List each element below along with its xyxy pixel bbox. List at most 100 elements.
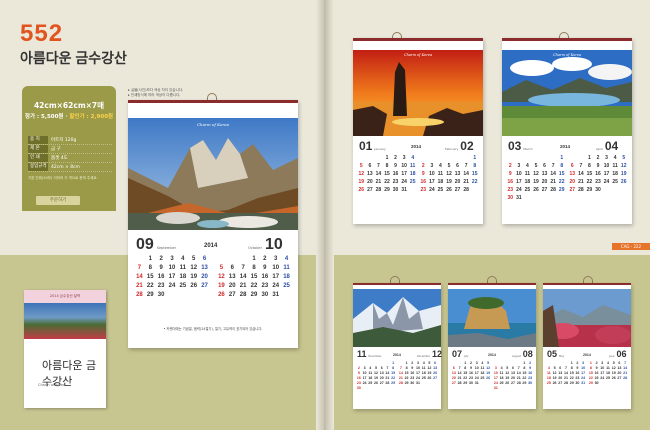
- calendar-day: 30: [528, 381, 533, 385]
- calendar-day: 13: [541, 171, 548, 177]
- calendar-day: 17: [429, 179, 435, 185]
- price-sale: 할인가 : 2,900원: [69, 114, 114, 120]
- month-right-name: April: [596, 147, 603, 151]
- calendar-day: 25: [179, 283, 187, 289]
- calendar-day: [549, 155, 558, 161]
- calendar-day: 28: [239, 292, 247, 298]
- calendar-day: 21: [136, 283, 143, 289]
- calendar-top-bar: [353, 38, 483, 41]
- calendar-day: 3: [170, 256, 174, 262]
- calendar-day: 10: [272, 265, 280, 271]
- calendar-day: 28: [463, 187, 469, 193]
- calendar-day: 9: [596, 163, 600, 169]
- calendar-day: 20: [541, 179, 548, 185]
- calendar-day: 21: [375, 179, 382, 185]
- month-right-name: February: [445, 147, 459, 151]
- calendar-day: 2: [394, 155, 397, 161]
- spec-value: 42cm × 8cm: [51, 164, 80, 170]
- calendar-day: 8: [385, 163, 389, 169]
- calendar-day: 11: [612, 163, 618, 169]
- month-right-header: April 04: [596, 139, 618, 153]
- month-left-header: 07 July: [452, 349, 469, 359]
- calendar-day: [506, 155, 515, 161]
- calendar-day: 20: [433, 371, 438, 375]
- calendar-day: 10: [603, 163, 610, 169]
- spec-value: 아트지 120g: [51, 138, 77, 143]
- calendar-footer: • 카렌더에는 기념일, 음력(24절기), 절기, 고유력이 표기되어 있습니…: [163, 327, 263, 331]
- spec-note: 기본 단위(50부) 이하의 가 격으로 문의 주세요.: [28, 176, 98, 180]
- calendar-day: 17: [168, 274, 176, 280]
- calendar-day: 30: [356, 386, 361, 390]
- calendar-day: 1: [252, 256, 256, 262]
- calendar-day: 5: [447, 163, 451, 169]
- calendar-day: 24: [581, 376, 586, 380]
- calendar-day: [374, 155, 383, 161]
- calendar-day: 21: [239, 283, 247, 289]
- calendar-day: 24: [168, 283, 176, 289]
- calendar-day: 6: [202, 256, 207, 262]
- calendar-day: 27: [433, 376, 438, 380]
- calendar-top-bar: [353, 283, 441, 285]
- calendar-day: 16: [420, 179, 427, 185]
- calendar-day: 9: [508, 171, 512, 177]
- calendar-year: 2014: [411, 144, 422, 149]
- calendar-day: 23: [261, 283, 269, 289]
- calendar-day: 25: [612, 179, 618, 185]
- spec-table: 용 지 아트지 120g 제 본금 구 인 쇄 옵셋 4도 봉입규격 42cm × 8…: [28, 136, 112, 172]
- calendar-day: 16: [507, 179, 514, 185]
- price-regular: 정가 : 5,500원 ·: [24, 114, 70, 120]
- calendar-day: 18: [283, 274, 290, 280]
- calendar-day: [540, 155, 549, 161]
- calendar-day: 10: [168, 265, 176, 271]
- calendar-year: 2014: [488, 353, 496, 357]
- calendar-day: 14: [463, 171, 469, 177]
- calendar-day: 15: [146, 274, 154, 280]
- calendar-day: 11: [410, 163, 416, 169]
- thumb-photo: [24, 303, 106, 339]
- calendar-day: 10: [516, 171, 522, 177]
- spec-size: 42cm×62cm×7매: [33, 101, 105, 110]
- spec-price: 정가 : 5,500원 · 할인가 : 2,900원: [22, 112, 116, 120]
- calendar-day: 22: [586, 179, 593, 185]
- calendar-day: 16: [392, 171, 399, 177]
- calendar-day: 12: [190, 265, 198, 271]
- calendar-day: 27: [454, 187, 461, 193]
- calendar-day: 19: [358, 179, 365, 185]
- calendar-day: 4: [284, 256, 289, 262]
- calendar-day: 11: [283, 265, 290, 271]
- calendar-day: 9: [394, 163, 397, 169]
- spec-row: 용 지 아트지 120g: [28, 136, 112, 145]
- calendar-day: 18: [409, 171, 416, 177]
- calendar-day: 25: [524, 187, 531, 193]
- calendar-day: 3: [430, 163, 434, 169]
- product-title: 아름다운 금수강산: [20, 50, 127, 66]
- order-button[interactable]: 주문하기: [36, 196, 80, 205]
- calendar-day: 27: [541, 187, 548, 193]
- calendar-day: 24: [401, 179, 407, 185]
- calendar-day: 6: [230, 265, 234, 271]
- calendar-day: [445, 155, 454, 161]
- spec-key: 용 지: [28, 136, 48, 144]
- cover-subtitle: Charm of Korea: [38, 383, 66, 387]
- calendar-day: 18: [179, 274, 187, 280]
- calendar-day: 19: [486, 371, 491, 375]
- month-right-grid: 1 2 3 4 5 6 7 8 9 10 11 12 13 14 15 16 17 18 19 20 21 22 23 24 2…: [419, 155, 479, 193]
- month-left-grid: 1 2 3 4 5 6 7 8 9 10 11 12 13 14 15 16 17 18 19 20 21 22 23 24 2…: [451, 361, 491, 385]
- calendar-day: 19: [446, 179, 452, 185]
- page-gutter: [316, 0, 334, 430]
- calendar-day: 23: [507, 187, 514, 193]
- month-right-name: June: [609, 355, 615, 358]
- calendar-day: 9: [263, 265, 267, 271]
- spec-value: 금 구: [51, 147, 61, 152]
- calendar-day: 19: [190, 274, 198, 280]
- calendar-day: 22: [558, 179, 565, 185]
- calendar-day: 6: [456, 163, 459, 169]
- calendar-day: 8: [252, 265, 256, 271]
- month-left-name: July: [464, 355, 469, 358]
- calendar-day: 28: [136, 292, 143, 298]
- calendar-day: [227, 256, 238, 262]
- calendar-day: 28: [550, 187, 556, 193]
- calendar-day: 16: [157, 274, 165, 280]
- calendar-day: 30: [507, 195, 514, 201]
- calendar-day: 24: [516, 187, 522, 193]
